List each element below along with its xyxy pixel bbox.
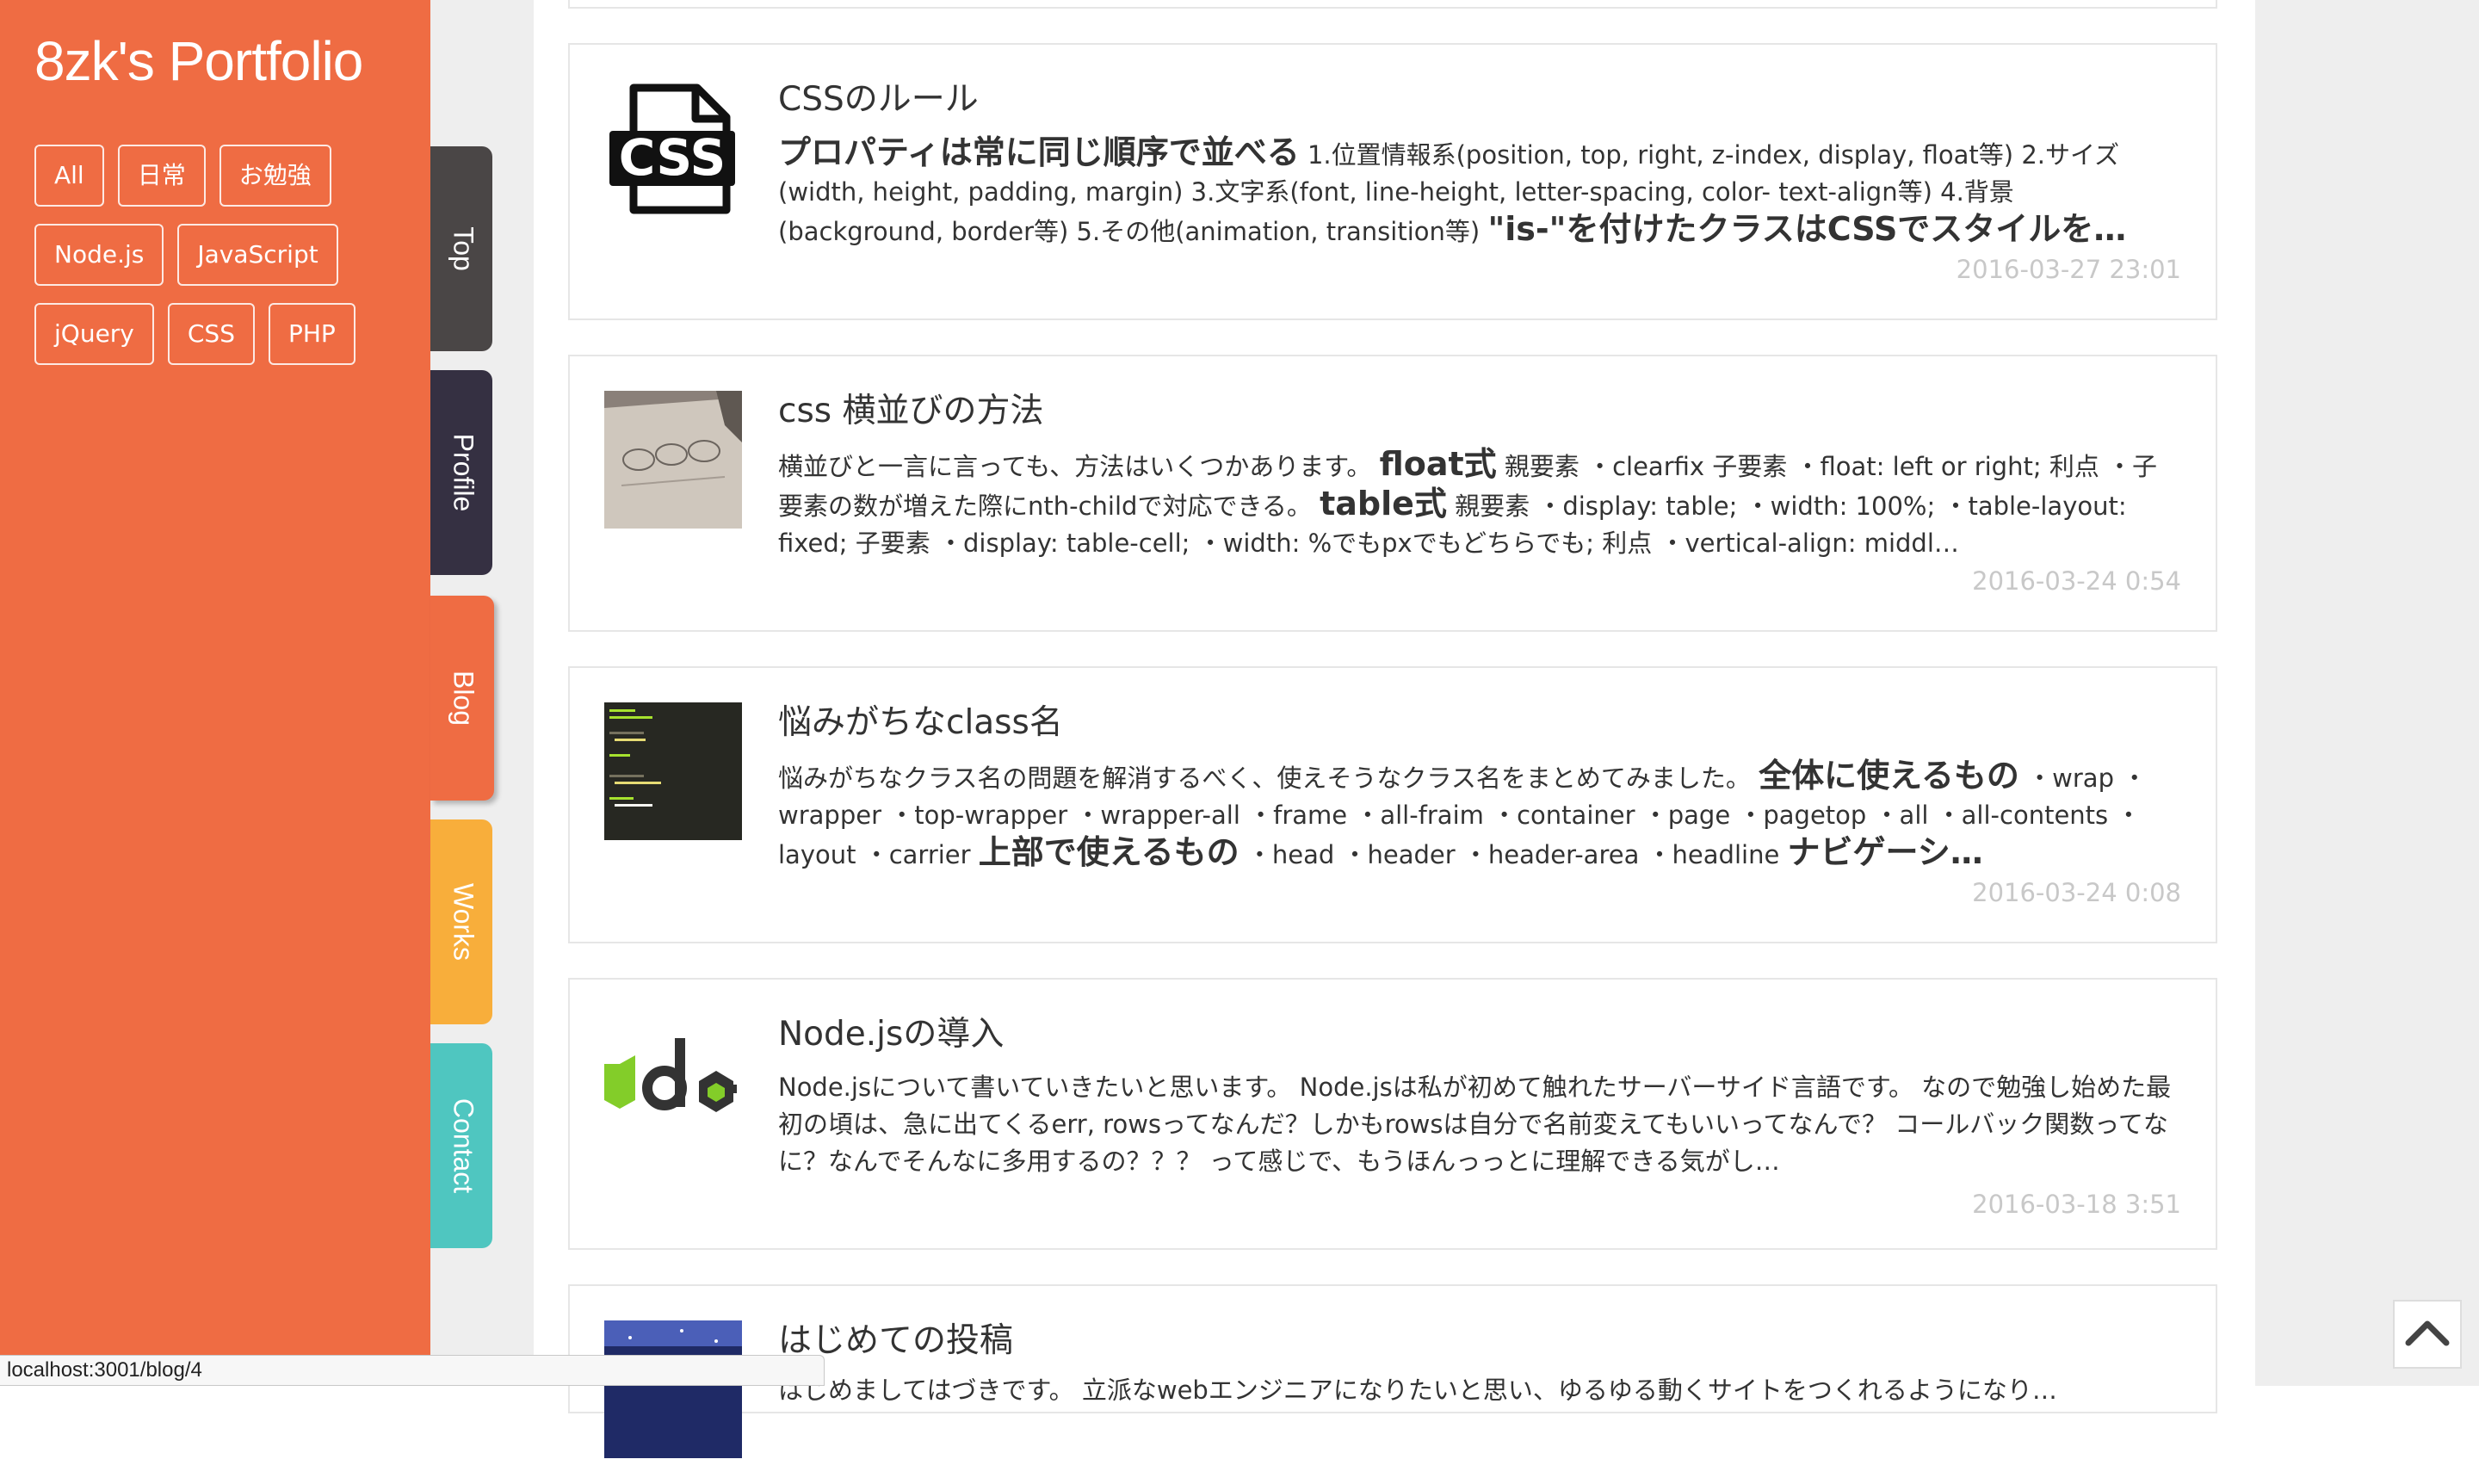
post-date: 2016-03-24 0:54 [1972, 566, 2181, 596]
post-card[interactable]: 悩みがちなclass名 悩みがちなクラス名の問題を解消するべく、使えそうなクラス… [568, 666, 2217, 943]
tag-javascript[interactable]: JavaScript [177, 224, 338, 286]
sidebar: 8zk's Portfolio All 日常 お勉強 Node.js JavaScri… [0, 0, 430, 1386]
nav-tab-blog[interactable]: Blog [430, 596, 494, 801]
nav-tab-contact[interactable]: Contact [430, 1043, 492, 1248]
tag-jquery[interactable]: jQuery [34, 303, 154, 365]
tag-php[interactable]: PHP [268, 303, 355, 365]
browser-status-bar: localhost:3001/blog/4 [0, 1355, 825, 1386]
nav-tab-label: Profile [448, 433, 479, 512]
excerpt-heading: プロパティは常に同じ順序で並べる [778, 134, 1300, 171]
css-file-icon: CSS [604, 79, 742, 217]
excerpt-heading: ナビゲーシ… [1787, 833, 1983, 870]
tag-daily[interactable]: 日常 [117, 145, 206, 207]
nav-tab-profile[interactable]: Profile [430, 370, 492, 575]
post-date: 2016-03-24 0:08 [1972, 878, 2181, 907]
svg-text:CSS: CSS [619, 128, 726, 187]
nav-tab-label: Blog [448, 670, 479, 727]
nav-tab-label: Contact [448, 1098, 479, 1194]
post-card[interactable]: CSS CSSのルール プロパティは常に同じ順序で並べる 1.位置情報系(pos… [568, 43, 2217, 320]
node-logo [604, 1014, 742, 1152]
excerpt-heading: float式 [1379, 446, 1497, 483]
sketch-photo [604, 391, 742, 529]
excerpt-text: ・head ・header ・header-area ・headline [1239, 840, 1788, 869]
excerpt-text: 横並びと一言に言っても、方法はいくつかあります。 [778, 452, 1380, 481]
post-excerpt: 横並びと一言に言っても、方法はいくつかあります。 float式 親要素 ・cle… [778, 446, 2174, 558]
post-excerpt: プロパティは常に同じ順序で並べる 1.位置情報系(position, top, … [778, 134, 2174, 246]
space-photo [604, 1320, 742, 1458]
code-editor [604, 702, 742, 840]
tag-all[interactable]: All [34, 145, 104, 207]
excerpt-text: 悩みがちなクラス名の問題を解消するべく、使えそうなクラス名をまとめてみました。 [778, 764, 1759, 793]
tag-filter-list: All 日常 お勉強 Node.js JavaScript jQuery CSS PHP [34, 145, 413, 382]
post-date: 2016-03-27 23:01 [1956, 255, 2181, 284]
tag-css[interactable]: CSS [167, 303, 255, 365]
post-date: 2016-03-18 3:51 [1972, 1190, 2181, 1219]
nav-tab-label: Top [448, 226, 479, 271]
excerpt-text: Node.jsについて書いていきたいと思います。 Node.jsは私が初めて触れ… [778, 1073, 2172, 1176]
chevron-up-icon [2405, 1320, 2450, 1346]
tag-nodejs[interactable]: Node.js [34, 224, 164, 286]
post-excerpt: はじめましてはづきです。 立派なwebエンジニアになりたいと思い、ゆるゆる動くサ… [778, 1372, 2174, 1484]
site-title[interactable]: 8zk's Portfolio [34, 29, 363, 93]
nav-tab-label: Works [448, 882, 479, 962]
post-card[interactable]: css 横並びの方法 横並びと一言に言っても、方法はいくつかあります。 floa… [568, 355, 2217, 632]
post-card[interactable]: はじめての投稿 はじめましてはづきです。 立派なwebエンジニアになりたいと思い… [568, 1284, 2217, 1458]
post-title: Node.jsの導入 [778, 1015, 1005, 1054]
post-card-previous[interactable] [568, 0, 2217, 9]
post-title: CSSのルール [778, 80, 979, 119]
post-title: 悩みがちなclass名 [778, 703, 1063, 742]
nav-tab-works[interactable]: Works [430, 819, 492, 1024]
post-excerpt: Node.jsについて書いていきたいと思います。 Node.jsは私が初めて触れ… [778, 1069, 2174, 1181]
tag-study[interactable]: お勉強 [219, 145, 331, 207]
right-gutter [2255, 0, 2479, 1386]
excerpt-heading: "is-"を付けたクラスはCSSでスタイルを… [1487, 210, 2127, 247]
excerpt-text: はじめましてはづきです。 立派なwebエンジニアになりたいと思い、ゆるゆる動くサ… [778, 1376, 2057, 1405]
post-excerpt: 悩みがちなクラス名の問題を解消するべく、使えそうなクラス名をまとめてみました。 … [778, 757, 2174, 869]
section-nav: Top Profile Blog Works Contact [430, 0, 534, 1386]
post-card[interactable]: Node.jsの導入 Node.jsについて書いていきたいと思います。 Node… [568, 978, 2217, 1250]
page-top-button[interactable] [2393, 1300, 2462, 1369]
post-title: css 横並びの方法 [778, 392, 1044, 430]
nav-tab-top[interactable]: Top [430, 146, 492, 351]
excerpt-heading: table式 [1320, 485, 1447, 522]
excerpt-heading: 全体に使えるもの [1759, 757, 2019, 795]
excerpt-heading: 上部で使えるもの [978, 833, 1240, 870]
